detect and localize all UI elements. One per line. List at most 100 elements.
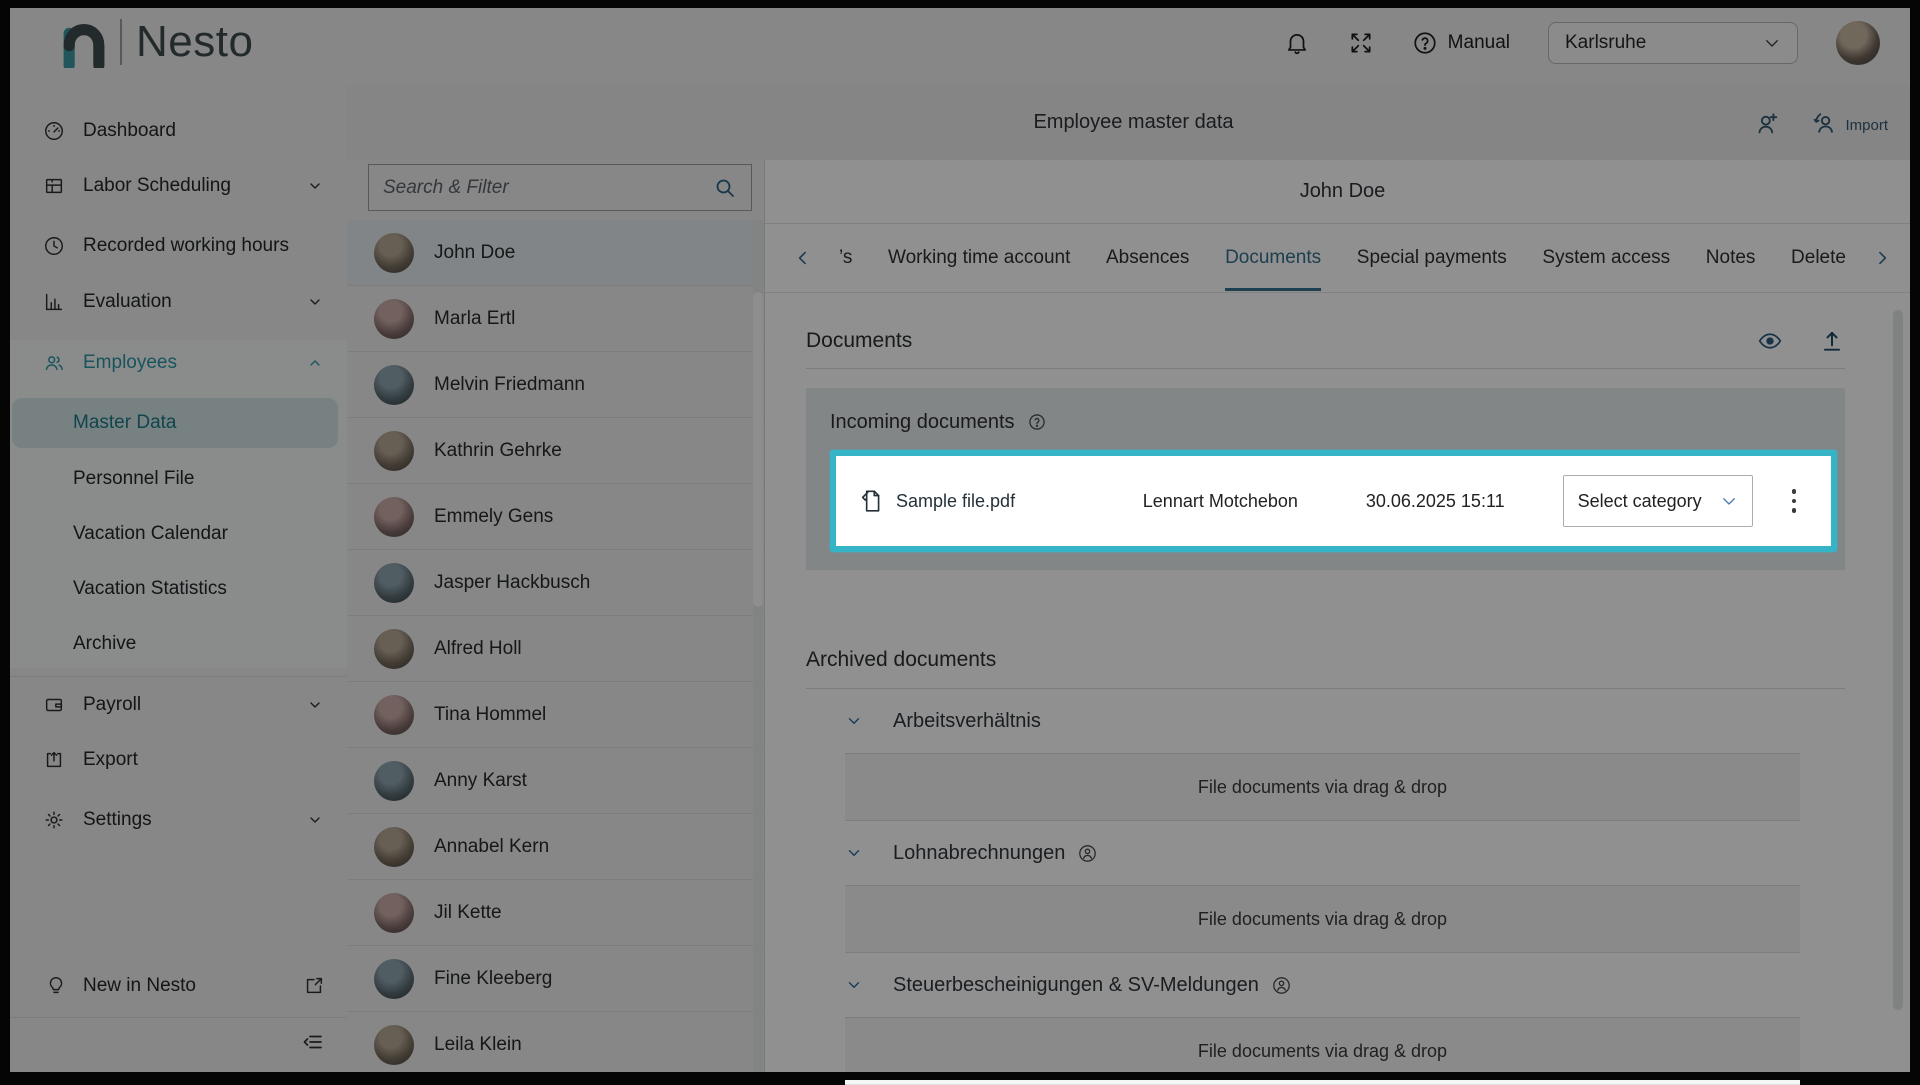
dropzone-text: File documents via drag & drop <box>1198 777 1447 798</box>
import-employees-button[interactable]: Import <box>1811 109 1888 137</box>
notifications-bell-icon[interactable] <box>1284 30 1310 56</box>
tutorial-highlight-frame: Sample file.pdf Lennart Motchebon 30.06.… <box>830 450 1837 552</box>
fullscreen-icon[interactable] <box>1348 30 1374 56</box>
avatar <box>374 629 414 669</box>
tab-special-payments[interactable]: Special payments <box>1357 225 1507 291</box>
list-item[interactable]: Melvin Friedmann <box>347 352 764 418</box>
incoming-documents-heading: Incoming documents <box>830 411 1015 434</box>
avatar <box>374 299 414 339</box>
manual-button[interactable]: Manual <box>1412 30 1510 56</box>
user-avatar[interactable] <box>1836 21 1880 65</box>
list-item[interactable]: Jil Kette <box>347 880 764 946</box>
nesto-logo: Nesto <box>62 16 253 68</box>
sidebar-item-settings[interactable]: Settings <box>0 798 347 842</box>
list-item[interactable]: Fine Kleeberg <box>347 946 764 1012</box>
list-item[interactable]: John Doe <box>347 220 764 286</box>
list-item[interactable]: Jasper Hackbusch <box>347 550 764 616</box>
list-scrollbar-thumb[interactable] <box>753 292 763 607</box>
category-label: Steuerbescheinigungen & SV-Meldungen <box>893 974 1259 997</box>
documents-tab-content: Documents Incoming documents <box>765 294 1920 1080</box>
list-item[interactable]: Alfred Holl <box>347 616 764 682</box>
search-icon[interactable] <box>713 176 737 200</box>
employee-name: Tina Hommel <box>434 704 546 726</box>
tab-system-access[interactable]: System access <box>1542 225 1670 291</box>
list-item[interactable]: Marla Ertl <box>347 286 764 352</box>
sidebar-item-recorded-working-hours[interactable]: Recorded working hours <box>0 224 347 268</box>
list-item[interactable]: Tina Hommel <box>347 682 764 748</box>
category-lohnabrechnungen[interactable]: Lohnabrechnungen <box>806 821 1845 885</box>
document-filename: Sample file.pdf <box>896 491 1015 512</box>
tab-working-time-account[interactable]: Working time account <box>888 225 1070 291</box>
chevron-up-icon <box>307 355 323 371</box>
dropzone-steuerbescheinigungen[interactable]: File documents via drag & drop <box>845 1017 1800 1085</box>
help-circle-icon <box>1412 30 1438 56</box>
export-box-icon <box>43 749 65 771</box>
list-item[interactable]: Leila Klein <box>347 1012 764 1078</box>
incoming-documents-section: Incoming documents Sample file.pdf Lenna… <box>806 388 1845 570</box>
avatar <box>374 497 414 537</box>
category-select-value: Select category <box>1578 491 1702 512</box>
sidebar-item-payroll[interactable]: Payroll <box>0 683 347 727</box>
sidebar-item-archive[interactable]: Archive <box>0 622 347 666</box>
sidebar-item-export[interactable]: Export <box>0 738 347 782</box>
bar-chart-icon <box>43 291 65 313</box>
tab-absences[interactable]: Absences <box>1106 225 1189 291</box>
dropzone-arbeitsverhaeltnis[interactable]: File documents via drag & drop <box>845 753 1800 821</box>
search-input[interactable] <box>383 177 713 199</box>
detail-scrollbar-thumb[interactable] <box>1893 310 1903 1010</box>
dropzone-lohnabrechnungen[interactable]: File documents via drag & drop <box>845 885 1800 953</box>
person-circle-icon <box>1077 843 1098 864</box>
list-item[interactable]: Annabel Kern <box>347 814 764 880</box>
employee-detail-panel: John Doe ’s Working time account Absence… <box>765 160 1920 1080</box>
top-bar: Nesto Manual Karlsruhe <box>0 0 1920 85</box>
chevron-down-icon <box>307 697 323 713</box>
sidebar-divider <box>0 1017 347 1018</box>
search-filter-box <box>368 164 752 211</box>
employee-name: Leila Klein <box>434 1034 522 1056</box>
sidebar-item-label: Master Data <box>73 398 176 448</box>
employee-name: Jil Kette <box>434 902 502 924</box>
row-overflow-menu[interactable] <box>1779 475 1809 527</box>
sidebar-item-vacation-statistics[interactable]: Vacation Statistics <box>0 567 347 611</box>
sidebar-item-master-data[interactable]: Master Data <box>12 398 338 448</box>
tab-notes[interactable]: Notes <box>1706 225 1756 291</box>
tab-truncated[interactable]: ’s <box>839 225 852 291</box>
sidebar-item-evaluation[interactable]: Evaluation <box>0 280 347 324</box>
avatar <box>374 761 414 801</box>
tab-delete[interactable]: Delete <box>1791 225 1846 291</box>
avatar <box>374 563 414 603</box>
archived-documents-heading: Archived documents <box>806 648 1845 672</box>
dropzone-text: File documents via drag & drop <box>1198 909 1447 930</box>
employee-name: Kathrin Gehrke <box>434 440 562 462</box>
collapse-sidebar-button[interactable] <box>301 1030 325 1054</box>
location-select[interactable]: Karlsruhe <box>1548 22 1798 64</box>
tab-documents[interactable]: Documents <box>1225 225 1321 291</box>
help-circle-icon[interactable] <box>1027 412 1047 432</box>
chevron-down-icon <box>307 294 323 310</box>
sidebar-item-new-in-nesto[interactable]: New in Nesto <box>0 963 347 1009</box>
divider <box>806 368 1845 369</box>
chevron-down-icon <box>1763 34 1781 52</box>
category-select[interactable]: Select category <box>1563 475 1753 527</box>
employee-detail-title: John Doe <box>765 160 1920 224</box>
tabs-scroll-right-icon[interactable] <box>1872 248 1892 268</box>
sidebar-item-labor-scheduling[interactable]: Labor Scheduling <box>0 164 347 208</box>
sidebar-item-employees[interactable]: Employees <box>0 341 347 385</box>
list-item[interactable]: Anny Karst <box>347 748 764 814</box>
list-item[interactable]: Emmely Gens <box>347 484 764 550</box>
add-employee-button[interactable] <box>1753 109 1781 137</box>
tabs-scroll-left-icon[interactable] <box>793 248 813 268</box>
sidebar-item-label: Labor Scheduling <box>83 175 231 197</box>
sidebar-item-dashboard[interactable]: Dashboard <box>0 109 347 153</box>
preview-eye-icon[interactable] <box>1757 328 1783 354</box>
dashboard-gauge-icon <box>43 120 65 142</box>
list-item[interactable]: Kathrin Gehrke <box>347 418 764 484</box>
upload-icon[interactable] <box>1819 328 1845 354</box>
sidebar-item-label: Settings <box>83 809 152 831</box>
incoming-document-row[interactable]: Sample file.pdf Lennart Motchebon 30.06.… <box>836 456 1831 546</box>
category-arbeitsverhaeltnis[interactable]: Arbeitsverhältnis <box>806 689 1845 753</box>
sidebar-item-vacation-calendar[interactable]: Vacation Calendar <box>0 512 347 556</box>
sidebar-item-personnel-file[interactable]: Personnel File <box>0 457 347 501</box>
avatar <box>374 695 414 735</box>
category-steuerbescheinigungen[interactable]: Steuerbescheinigungen & SV-Meldungen <box>806 953 1845 1017</box>
